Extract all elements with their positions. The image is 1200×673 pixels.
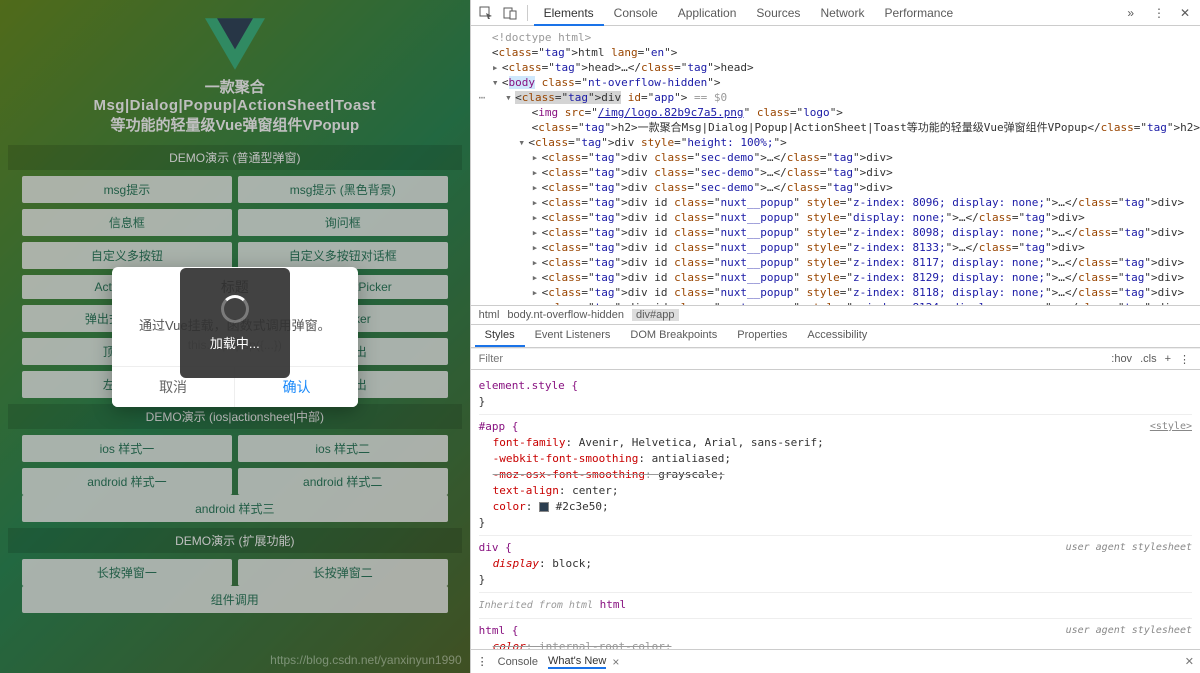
inspect-icon[interactable] [475, 2, 497, 24]
style-selector: element.style { [479, 379, 578, 392]
kebab-icon[interactable]: ⋮ [1175, 353, 1194, 366]
dom-node[interactable]: ▸<class="tag">div id class="nuxt__popup"… [479, 240, 1200, 255]
breadcrumb-item[interactable]: div#app [632, 309, 679, 321]
dom-node[interactable]: ▸<class="tag">div class="sec-demo">…</cl… [479, 165, 1200, 180]
close-devtools-icon[interactable]: ✕ [1174, 2, 1196, 24]
styles-subtab[interactable]: Event Listeners [525, 325, 621, 347]
dom-node[interactable]: ▸<class="tag">div id class="nuxt__popup"… [479, 285, 1200, 300]
dom-node[interactable]: ▸<class="tag">div id class="nuxt__popup"… [479, 270, 1200, 285]
watermark: https://blog.csdn.net/yanxinyun1990 [270, 653, 461, 667]
close-tab-icon[interactable]: × [612, 655, 619, 669]
dom-breadcrumb: html body.nt-overflow-hidden div#app [471, 305, 1200, 325]
devtools-tab-application[interactable]: Application [668, 2, 747, 24]
loading-toast: 加载中... [180, 268, 290, 378]
style-source: user agent stylesheet [1066, 540, 1192, 556]
breadcrumb-item[interactable]: body.nt-overflow-hidden [507, 309, 624, 321]
kebab-menu-icon[interactable]: ⋮ [1148, 2, 1170, 24]
style-selector: html { [479, 624, 519, 637]
devtools: ElementsConsoleApplicationSourcesNetwork… [470, 0, 1200, 673]
dom-node[interactable]: ▸<class="tag">div id class="nuxt__popup"… [479, 225, 1200, 240]
drawer-tab-console[interactable]: Console [498, 656, 538, 668]
styles-subtab[interactable]: Styles [475, 325, 525, 347]
elements-tree[interactable]: <!doctype html> <class="tag">html lang="… [471, 26, 1200, 305]
more-tabs-icon[interactable]: » [1117, 2, 1144, 24]
dom-node[interactable]: ⋯ ▾<class="tag">div id="app"> == $0 [479, 90, 1200, 105]
hov-toggle[interactable]: :hov [1107, 353, 1136, 365]
css-property[interactable]: font-family: Avenir, Helvetica, Arial, s… [479, 435, 1192, 451]
kebab-icon[interactable]: ⋮ [477, 655, 488, 668]
styles-subtab[interactable]: Accessibility [797, 325, 877, 347]
add-rule-icon[interactable]: + [1161, 353, 1175, 365]
devtools-tab-sources[interactable]: Sources [746, 2, 810, 24]
dom-node[interactable]: ▸<class="tag">div class="sec-demo">…</cl… [479, 150, 1200, 165]
dom-node[interactable]: ▾<class="tag">div style="height: 100%;"> [479, 135, 1200, 150]
close-drawer-icon[interactable]: ✕ [1185, 655, 1194, 668]
css-property[interactable]: -moz-osx-font-smoothing: grayscale; [479, 467, 1192, 483]
style-source[interactable]: <style> [1150, 419, 1192, 435]
cls-toggle[interactable]: .cls [1136, 353, 1161, 365]
devtools-drawer: ⋮ Console What's New × ✕ [471, 649, 1200, 673]
devtools-toolbar: ElementsConsoleApplicationSourcesNetwork… [471, 0, 1200, 26]
toast-text: 加载中... [210, 333, 260, 352]
styles-subtab[interactable]: DOM Breakpoints [620, 325, 727, 347]
style-source: user agent stylesheet [1066, 623, 1192, 639]
breadcrumb-item[interactable]: html [479, 309, 500, 321]
devtools-tab-elements[interactable]: Elements [534, 2, 604, 26]
dom-node[interactable]: ▾<body class="nt-overflow-hidden"> [479, 75, 1200, 90]
devtools-tab-performance[interactable]: Performance [874, 2, 963, 24]
dom-node[interactable]: ▸<class="tag">div class="sec-demo">…</cl… [479, 180, 1200, 195]
inherited-from: Inherited from html [479, 600, 593, 611]
devtools-tab-network[interactable]: Network [810, 2, 874, 24]
dom-node[interactable]: ▸<class="tag">div id class="nuxt__popup"… [479, 255, 1200, 270]
spinner-icon [221, 295, 249, 323]
css-property[interactable]: -webkit-font-smoothing: antialiased; [479, 451, 1192, 467]
styles-subtab[interactable]: Properties [727, 325, 797, 347]
dom-node[interactable]: <!doctype html> [479, 30, 1200, 45]
css-property[interactable]: color: #2c3e50; [479, 499, 1192, 515]
dom-node[interactable]: <class="tag">h2>一款聚合Msg|Dialog|Popup|Act… [479, 120, 1200, 135]
devtools-tab-console[interactable]: Console [604, 2, 668, 24]
filter-input[interactable] [477, 351, 1108, 367]
styles-panel[interactable]: element.style { } <style> #app { font-fa… [471, 370, 1200, 649]
dom-node[interactable]: ▸<class="tag">head>…</class="tag">head> [479, 60, 1200, 75]
dom-node[interactable]: <class="tag">html lang="en"> [479, 45, 1200, 60]
styles-filter: :hov .cls + ⋮ [471, 348, 1200, 370]
css-property[interactable]: text-align: center; [479, 483, 1192, 499]
style-selector: #app { [479, 420, 519, 433]
dom-node[interactable]: ▸<class="tag">div id class="nuxt__popup"… [479, 195, 1200, 210]
dom-node[interactable]: ▸<class="tag">div id class="nuxt__popup"… [479, 210, 1200, 225]
device-toggle-icon[interactable] [499, 2, 521, 24]
dom-node[interactable]: <img src="/img/logo.82b9c7a5.png" class=… [479, 105, 1200, 120]
style-selector: div { [479, 541, 512, 554]
app-viewport: 一款聚合 Msg|Dialog|Popup|ActionSheet|Toast … [0, 0, 470, 673]
drawer-tab-whatsnew[interactable]: What's New [548, 655, 606, 669]
